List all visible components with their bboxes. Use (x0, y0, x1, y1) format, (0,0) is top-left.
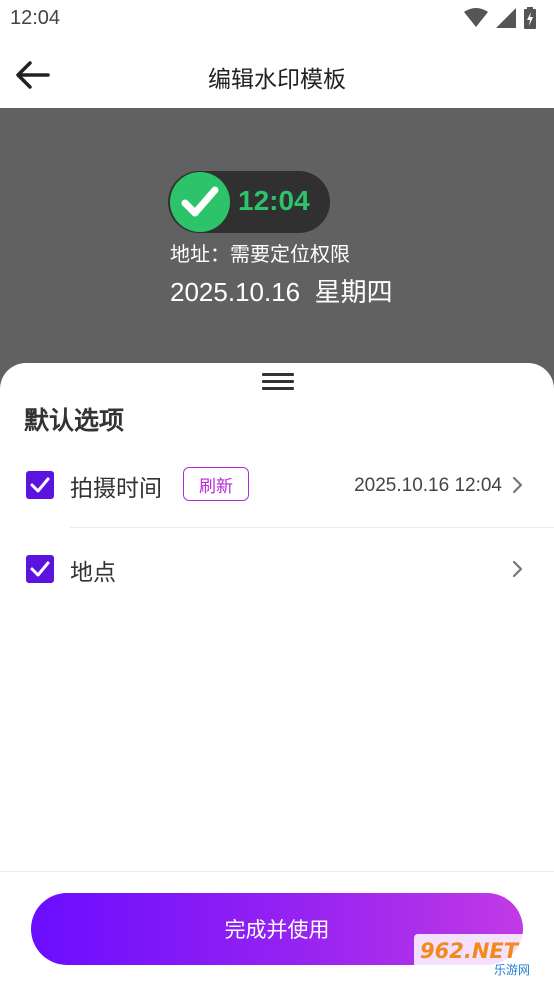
preview-address: 地址：需要定位权限 (170, 242, 350, 266)
preview-date: 2025.10.16 (170, 277, 301, 307)
chevron-right-icon (512, 560, 523, 578)
check-badge (170, 172, 230, 232)
divider (70, 527, 554, 528)
watermark-logo-subtext: 乐游网 (494, 963, 530, 977)
watermark-logo-text: 962.NET (420, 939, 520, 963)
row-label-shooting-time: 拍摄时间 (70, 476, 162, 502)
chevron-right-icon (512, 476, 523, 494)
drag-handle[interactable] (262, 373, 294, 393)
battery-icon (524, 7, 536, 29)
preview-time: 12:04 (238, 185, 310, 216)
option-row-shooting-time[interactable]: 拍摄时间 2025.10.16 12:04 (0, 455, 554, 515)
preview-date-line: 2025.10.16 星期四 (170, 272, 393, 309)
options-sheet: 默认选项 拍摄时间 2025.10.16 12:04 刷新 地点 (0, 363, 554, 984)
checkbox-shooting-time[interactable] (26, 471, 54, 499)
checkbox-location[interactable] (26, 555, 54, 583)
status-icons (464, 7, 536, 29)
check-icon (181, 186, 219, 217)
signal-icon (496, 8, 516, 28)
wifi-icon (464, 8, 488, 27)
row-label-location: 地点 (70, 560, 116, 586)
footer-divider (0, 871, 554, 872)
site-watermark-logo: 962.NET 乐游网 (414, 934, 550, 980)
app-bar: 编辑水印模板 (0, 38, 554, 108)
checkmark-icon (30, 477, 50, 493)
page-title: 编辑水印模板 (208, 67, 346, 93)
checkmark-icon (30, 561, 50, 577)
refresh-button[interactable]: 刷新 (183, 467, 249, 501)
status-time: 12:04 (10, 7, 61, 29)
status-bar: 12:04 (0, 0, 554, 38)
option-row-location[interactable]: 地点 (0, 539, 554, 599)
row-value-shooting-time: 2025.10.16 12:04 (354, 475, 502, 496)
section-title: 默认选项 (24, 406, 125, 435)
preview-weekday: 星期四 (314, 277, 393, 307)
